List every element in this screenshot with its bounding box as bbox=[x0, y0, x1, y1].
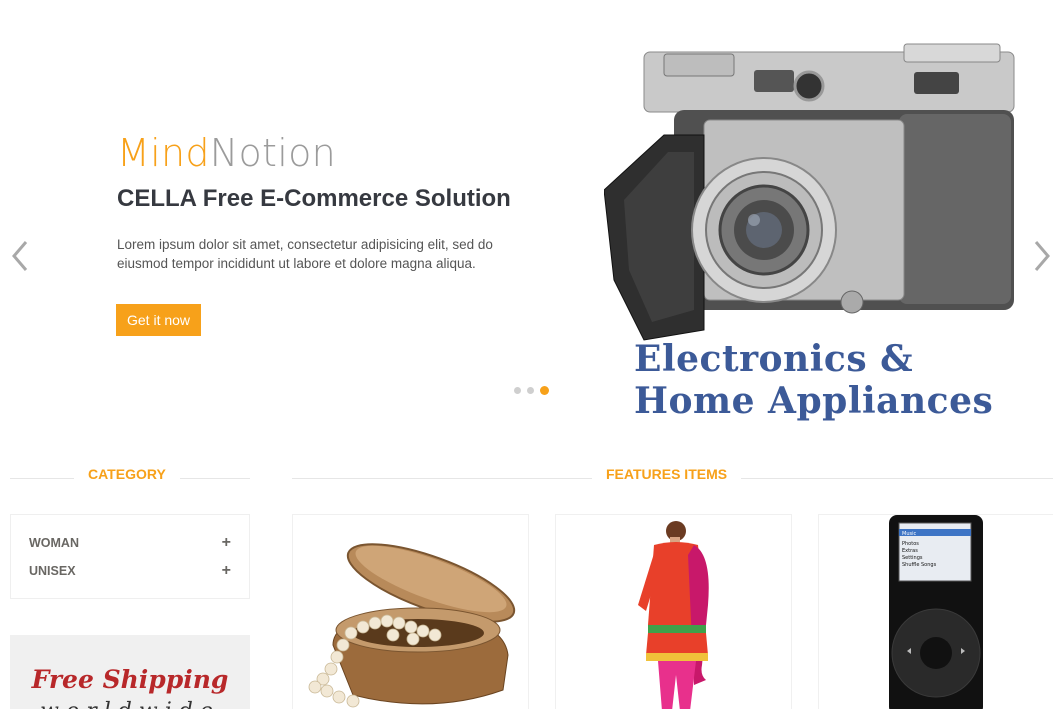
pearl-jewelry-box-image bbox=[308, 543, 516, 708]
ipod-menu-extras: Extras bbox=[902, 548, 918, 554]
ipod-menu-music: Music bbox=[902, 531, 916, 537]
woman-salwar-suit-image bbox=[638, 521, 709, 709]
hero-headline: CELLA Free E-Commerce Solution bbox=[117, 185, 511, 212]
features-title: FEATURES ITEMS bbox=[592, 466, 742, 482]
ipod-player-image: Music Photos Extras Settings Shuffle Son… bbox=[889, 515, 983, 709]
plus-icon[interactable]: + bbox=[222, 534, 231, 552]
category-item-unisex[interactable]: UNISEX + bbox=[29, 557, 231, 585]
category-item-woman[interactable]: WOMAN + bbox=[29, 529, 231, 557]
brand-part-mind: Mind bbox=[117, 131, 210, 175]
shipping-line-2: worldwide bbox=[10, 699, 250, 709]
slider-dot-2[interactable] bbox=[527, 387, 534, 394]
category-label-unisex: UNISEX bbox=[29, 564, 76, 578]
promo-line-2: Home Appliances bbox=[634, 380, 994, 422]
slider-prev-button[interactable] bbox=[8, 236, 32, 276]
product-card-jewelry[interactable] bbox=[292, 514, 529, 709]
product-card-dress[interactable] bbox=[555, 514, 792, 709]
slider-next-button[interactable] bbox=[1030, 236, 1053, 276]
category-panel: WOMAN + UNISEX + bbox=[10, 514, 250, 599]
chevron-left-icon bbox=[12, 241, 28, 271]
brand-part-notion: Notion bbox=[209, 131, 337, 175]
category-title: CATEGORY bbox=[74, 466, 180, 482]
vintage-camera-image bbox=[604, 43, 1015, 341]
hero-slider: MindNotion CELLA Free E-Commerce Solutio… bbox=[0, 0, 1053, 440]
promo-overlay-text: Electronics & Home Appliances bbox=[634, 338, 993, 422]
ipod-menu-settings: Settings bbox=[902, 555, 923, 561]
plus-icon[interactable]: + bbox=[222, 562, 231, 580]
ipod-menu-photos: Photos bbox=[902, 541, 919, 547]
slider-pagination bbox=[514, 386, 549, 395]
hero-description: Lorem ipsum dolor sit amet, consectetur … bbox=[117, 237, 493, 271]
product-card-ipod[interactable]: Music Photos Extras Settings Shuffle Son… bbox=[818, 514, 1053, 709]
ipod-menu-shuffle: Shuffle Songs bbox=[902, 562, 937, 568]
category-label-woman: WOMAN bbox=[29, 536, 79, 550]
free-shipping-banner[interactable]: Free Shipping worldwide bbox=[10, 635, 250, 709]
promo-line-1: Electronics & bbox=[634, 338, 914, 380]
slider-dot-3-active[interactable] bbox=[540, 386, 549, 395]
get-it-now-button[interactable]: Get it now bbox=[116, 304, 202, 336]
shipping-line-1: Free Shipping bbox=[31, 665, 229, 694]
brand-logo-text: MindNotion bbox=[117, 128, 336, 178]
chevron-right-icon bbox=[1034, 241, 1050, 271]
slider-dot-1[interactable] bbox=[514, 387, 521, 394]
